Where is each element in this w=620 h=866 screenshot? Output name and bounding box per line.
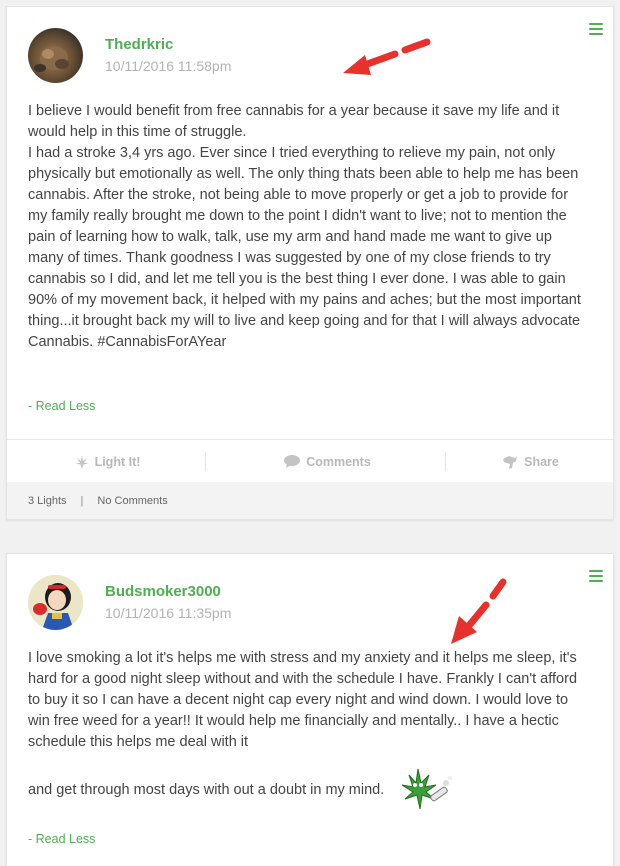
cannabis-leaf-icon — [74, 454, 89, 469]
avatar[interactable] — [28, 28, 83, 83]
post-paragraph: I believe I would benefit from free cann… — [28, 103, 560, 140]
cannabis-leaf-emoji-icon — [402, 768, 453, 810]
post-actions-bar: Light It! Comments Share — [7, 439, 613, 482]
light-it-button[interactable]: Light It! — [7, 440, 207, 483]
post-body: I love smoking a lot it's helps me with … — [28, 648, 588, 813]
share-icon — [503, 455, 518, 469]
share-label: Share — [524, 454, 559, 469]
read-less-link[interactable]: - Read Less — [28, 832, 95, 846]
post-paragraph: I had a stroke 3,4 yrs ago. Ever since I… — [28, 145, 581, 350]
post-paragraph-with-emoji: and get through most days with out a dou… — [28, 767, 588, 813]
post-card: Budsmoker3000 10/11/2016 11:35pm I love … — [6, 553, 614, 866]
post-body: I believe I would benefit from free cann… — [28, 101, 588, 353]
comments-count[interactable]: No Comments — [97, 495, 167, 507]
timestamp: 10/11/2016 11:58pm — [105, 58, 232, 74]
read-less-link[interactable]: - Read Less — [28, 399, 95, 413]
divider — [445, 452, 446, 471]
light-it-label: Light It! — [94, 454, 141, 469]
username[interactable]: Thedrkric — [105, 36, 173, 53]
divider — [205, 452, 206, 471]
red-arrow-annotation — [451, 578, 507, 644]
post-stats-footer: 3 Lights | No Comments — [7, 482, 613, 519]
post-paragraph: I love smoking a lot it's helps me with … — [28, 650, 578, 750]
timestamp: 10/11/2016 11:35pm — [105, 605, 232, 621]
lights-count[interactable]: 3 Lights — [28, 495, 67, 507]
avatar[interactable] — [28, 575, 83, 630]
comments-label: Comments — [306, 454, 371, 469]
speech-bubble-icon — [284, 455, 301, 468]
post-card: Thedrkric 10/11/2016 11:58pm I believe I… — [6, 6, 614, 520]
hamburger-menu-icon[interactable] — [589, 23, 603, 35]
red-arrow-annotation — [343, 38, 431, 75]
footer-separator: | — [80, 494, 84, 507]
post-paragraph: and get through most days with out a dou… — [28, 781, 385, 798]
comments-button[interactable]: Comments — [207, 440, 447, 483]
username[interactable]: Budsmoker3000 — [105, 583, 221, 600]
hamburger-menu-icon[interactable] — [589, 570, 603, 582]
share-button[interactable]: Share — [447, 440, 613, 483]
